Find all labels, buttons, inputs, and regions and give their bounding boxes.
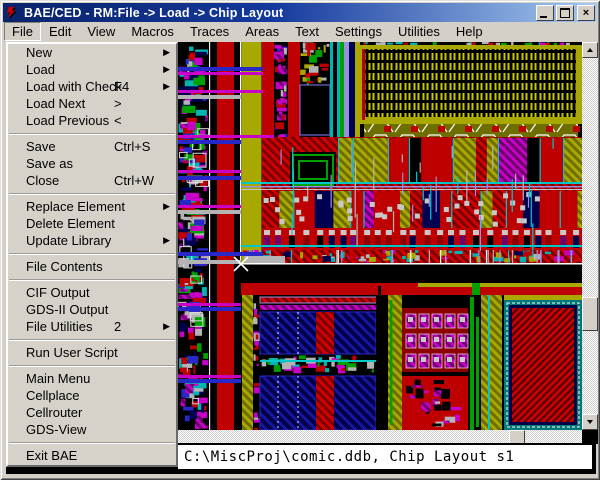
vertical-scrollbar[interactable] (582, 42, 598, 430)
title-bar[interactable]: BAE/CED - RM:File -> Load -> Chip Layout… (3, 3, 597, 22)
menu-item-cellrouter[interactable]: Cellrouter (8, 404, 176, 421)
menu-item-load-with-check[interactable]: Load with CheckF4 ▶ (8, 78, 176, 95)
menu-item-label: Replace Element (26, 199, 125, 214)
scroll-up-button[interactable] (582, 42, 598, 58)
menu-item-load-next[interactable]: Load Next > (8, 95, 176, 112)
menu-item-exit-bae[interactable]: Exit BAE (8, 447, 176, 464)
menu-item-label: File Utilities (26, 319, 92, 334)
menu-item-label: CIF Output (26, 285, 90, 300)
menubar-item-macros[interactable]: Macros (123, 22, 182, 41)
menu-item-label: New (26, 45, 52, 60)
menubar-item-settings[interactable]: Settings (327, 22, 390, 41)
scrollbar-corner (582, 430, 598, 444)
app-icon[interactable] (5, 5, 20, 20)
menubar-item-help[interactable]: Help (448, 22, 491, 41)
menu-item-shortcut: F4 (114, 78, 129, 95)
scroll-down-button[interactable] (582, 414, 598, 430)
menubar-item-text[interactable]: Text (287, 22, 327, 41)
menu-item-shortcut: Ctrl+S (114, 138, 150, 155)
menu-item-load-previous[interactable]: Load Previous < (8, 112, 176, 129)
close-button[interactable]: × (577, 5, 595, 21)
menu-separator (9, 279, 175, 281)
window-title: BAE/CED - RM:File -> Load -> Chip Layout (24, 6, 283, 20)
menu-separator (9, 193, 175, 195)
menu-separator (9, 365, 175, 367)
menubar-item-file[interactable]: File (4, 22, 41, 41)
submenu-arrow-icon: ▶ (163, 61, 170, 78)
menu-item-file-utilities[interactable]: File Utilities 2 ▶ (8, 318, 176, 335)
scroll-up-icon (587, 48, 593, 52)
menubar-item-traces[interactable]: Traces (182, 22, 237, 41)
menubar-item-areas[interactable]: Areas (237, 22, 287, 41)
menu-item-label: Save as (26, 156, 73, 171)
minimize-icon (540, 16, 547, 18)
menu-item-replace-element[interactable]: Replace Element ▶ (8, 198, 176, 215)
menu-item-shortcut: > (114, 95, 122, 112)
submenu-arrow-icon: ▶ (163, 318, 170, 335)
menu-item-gds-view[interactable]: GDS-View (8, 421, 176, 438)
menu-item-label: Close (26, 173, 59, 188)
menu-item-shortcut: < (114, 112, 122, 129)
menu-item-label: Delete Element (26, 216, 115, 231)
menu-separator (9, 253, 175, 255)
menu-item-load[interactable]: Load ▶ (8, 61, 176, 78)
menu-item-label: File Contents (26, 259, 103, 274)
menu-item-gds-ii-output[interactable]: GDS-II Output (8, 301, 176, 318)
menu-item-shortcut: 2 (114, 318, 121, 335)
menu-item-close[interactable]: Close Ctrl+W (8, 172, 176, 189)
menu-item-label: Exit BAE (26, 448, 77, 463)
menu-item-label: GDS-View (26, 422, 86, 437)
horizontal-scrollbar-thumb[interactable] (509, 430, 525, 444)
status-field: C:\MiscProj\comic.ddb, Chip Layout s1 (178, 445, 592, 469)
menu-item-main-menu[interactable]: Main Menu (8, 370, 176, 387)
menu-item-label: Load with Check (26, 79, 122, 94)
scroll-down-icon (587, 420, 593, 424)
menu-item-label: Load Next (26, 96, 85, 111)
vertical-scrollbar-thumb[interactable] (582, 297, 598, 331)
menu-separator (9, 442, 175, 444)
menu-item-new[interactable]: New ▶ (8, 44, 176, 61)
window-controls: × (536, 5, 597, 21)
maximize-icon (560, 8, 570, 18)
menubar-item-view[interactable]: View (79, 22, 123, 41)
submenu-arrow-icon: ▶ (163, 44, 170, 61)
menu-item-label: Cellplace (26, 388, 79, 403)
menu-item-run-user-script[interactable]: Run User Script (8, 344, 176, 361)
menu-item-file-contents[interactable]: File Contents (8, 258, 176, 275)
menubar-item-utilities[interactable]: Utilities (390, 22, 448, 41)
submenu-arrow-icon: ▶ (163, 78, 170, 95)
menu-item-delete-element[interactable]: Delete Element (8, 215, 176, 232)
minimize-button[interactable] (536, 5, 554, 21)
menubar-item-edit[interactable]: Edit (41, 22, 79, 41)
chip-layout-canvas[interactable] (178, 42, 582, 430)
menu-item-label: Update Library (26, 233, 111, 248)
maximize-button[interactable] (556, 5, 574, 21)
file-menu: New▶Load▶Load with CheckF4▶Load Next>Loa… (6, 42, 178, 467)
menu-item-label: Cellrouter (26, 405, 82, 420)
menu-item-label: Load (26, 62, 55, 77)
submenu-arrow-icon: ▶ (163, 198, 170, 215)
menu-separator (9, 339, 175, 341)
menu-item-cif-output[interactable]: CIF Output (8, 284, 176, 301)
menu-item-save-as[interactable]: Save as (8, 155, 176, 172)
menu-item-label: GDS-II Output (26, 302, 108, 317)
menu-item-shortcut: Ctrl+W (114, 172, 154, 189)
menu-separator (9, 133, 175, 135)
menu-item-label: Main Menu (26, 371, 90, 386)
menu-item-update-library[interactable]: Update Library ▶ (8, 232, 176, 249)
menu-item-label: Load Previous (26, 113, 109, 128)
submenu-arrow-icon: ▶ (163, 232, 170, 249)
menu-item-save[interactable]: Save Ctrl+S (8, 138, 176, 155)
close-icon: × (583, 7, 589, 19)
application-window: BAE/CED - RM:File -> Load -> Chip Layout… (0, 0, 600, 480)
horizontal-scrollbar[interactable] (178, 430, 582, 444)
menu-bar: FileEditViewMacrosTracesAreasTextSetting… (4, 22, 596, 41)
menu-item-label: Save (26, 139, 56, 154)
status-text: C:\MiscProj\comic.ddb, Chip Layout s1 (178, 449, 514, 465)
menu-item-cellplace[interactable]: Cellplace (8, 387, 176, 404)
menu-item-label: Run User Script (26, 345, 118, 360)
